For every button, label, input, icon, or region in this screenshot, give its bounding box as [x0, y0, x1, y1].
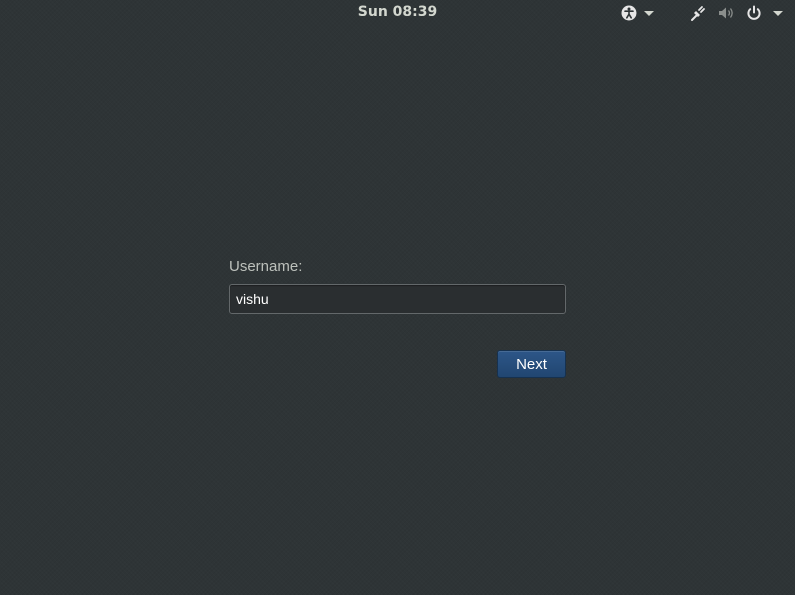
accessibility-menu[interactable] — [620, 3, 654, 23]
top-bar: Sun 08:39 — [0, 0, 795, 26]
username-input[interactable] — [230, 285, 565, 313]
power-icon — [745, 4, 763, 22]
clock-label[interactable]: Sun 08:39 — [358, 4, 437, 20]
button-row: Next — [229, 350, 566, 378]
next-button[interactable]: Next — [497, 350, 566, 378]
accessibility-icon — [620, 4, 638, 22]
chevron-down-icon — [644, 10, 654, 16]
system-menu[interactable] — [689, 3, 783, 23]
username-field-frame — [229, 284, 566, 314]
network-icon — [689, 4, 707, 22]
username-label: Username: — [229, 258, 303, 275]
volume-muted-icon — [717, 4, 735, 22]
login-form: Username: Next — [229, 258, 566, 378]
clock: Sun 08:39 — [0, 4, 795, 20]
chevron-down-icon — [773, 10, 783, 16]
